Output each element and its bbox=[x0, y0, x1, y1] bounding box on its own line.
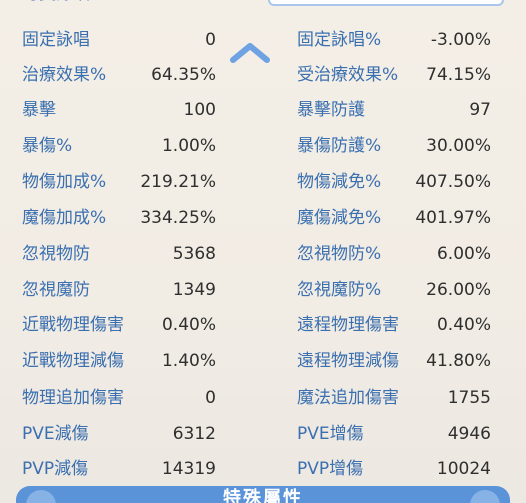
stat-label: 忽視物防 bbox=[22, 244, 90, 264]
stat-label: PVP減傷 bbox=[22, 459, 89, 479]
stat-label: 遠程物理減傷 bbox=[297, 351, 399, 371]
stat-value: 5368 bbox=[172, 244, 216, 264]
stat-row: PVP減傷 14319 PVP增傷 10024 bbox=[0, 451, 526, 487]
stat-label: 物理追加傷害 bbox=[22, 388, 124, 408]
stat-value: 0.40% bbox=[161, 315, 216, 335]
stat-value: 26.00% bbox=[426, 280, 491, 300]
stat-label: PVE增傷 bbox=[297, 424, 364, 444]
stat-value: 97 bbox=[469, 100, 491, 120]
stat-row: 近戰物理傷害 0.40% 遠程物理傷害 0.40% bbox=[0, 307, 526, 343]
stat-value: 219.21% bbox=[140, 172, 216, 192]
stat-row: PVE減傷 6312 PVE增傷 4946 bbox=[0, 416, 526, 452]
stat-value: 0 bbox=[140, 0, 216, 12]
stat-value: 1.40% bbox=[161, 351, 216, 371]
top-tab-edge bbox=[268, 0, 504, 6]
stat-value: 74.15% bbox=[426, 65, 491, 85]
stat-label: 暴傷防護% bbox=[297, 136, 382, 156]
special-attributes-section-header[interactable]: 特殊屬性 bbox=[16, 486, 510, 503]
stat-row: 物理追加傷害 0 魔法追加傷害 1755 bbox=[0, 380, 526, 416]
stat-value: 100 bbox=[183, 100, 216, 120]
stat-value: -3.00% bbox=[430, 30, 491, 50]
stat-value: 401.97% bbox=[415, 208, 491, 228]
stats-panel: 可變詠唱 0 可變詠唱% -100.00% 固定詠唱 0 固定詠唱% -3.00… bbox=[0, 0, 526, 503]
stat-label: 近戰物理減傷 bbox=[22, 351, 124, 371]
stat-label: 可變詠唱 bbox=[22, 0, 138, 12]
stat-value: 4946 bbox=[447, 424, 491, 444]
stat-label: 治療效果% bbox=[22, 65, 107, 85]
stat-value: 41.80% bbox=[426, 351, 491, 371]
stat-label: PVE減傷 bbox=[22, 424, 89, 444]
stat-label: 受治療效果% bbox=[297, 65, 399, 85]
stat-row: 近戰物理減傷 1.40% 遠程物理減傷 41.80% bbox=[0, 343, 526, 379]
stat-label: 忽視魔防 bbox=[22, 280, 90, 300]
stat-value: 6.00% bbox=[436, 244, 491, 264]
stat-value: 334.25% bbox=[140, 208, 216, 228]
stat-value: 10024 bbox=[436, 459, 491, 479]
stat-value: 1349 bbox=[172, 280, 216, 300]
stat-value: 64.35% bbox=[151, 65, 216, 85]
stat-label: 暴擊 bbox=[22, 100, 56, 120]
stat-label: 物傷減免% bbox=[297, 172, 382, 192]
stat-label: 忽視物防% bbox=[297, 244, 382, 264]
stat-row: 忽視物防 5368 忽視物防% 6.00% bbox=[0, 236, 526, 272]
stat-value: 407.50% bbox=[415, 172, 491, 192]
stat-value: 0 bbox=[205, 30, 216, 50]
stat-value: 6312 bbox=[172, 424, 216, 444]
stat-row: 忽視魔防 1349 忽視魔防% 26.00% bbox=[0, 272, 526, 308]
stat-value: 0 bbox=[205, 388, 216, 408]
stat-label: 忽視魔防% bbox=[297, 280, 382, 300]
stat-label: 近戰物理傷害 bbox=[22, 315, 124, 335]
stat-label: 魔傷加成% bbox=[22, 208, 107, 228]
stat-row: 暴傷% 1.00% 暴傷防護% 30.00% bbox=[0, 128, 526, 164]
stat-row: 魔傷加成% 334.25% 魔傷減免% 401.97% bbox=[0, 200, 526, 236]
stat-value: 1755 bbox=[447, 388, 491, 408]
stat-row: 暴擊 100 暴擊防護 97 bbox=[0, 92, 526, 128]
stat-label: 遠程物理傷害 bbox=[297, 315, 399, 335]
stat-label: 魔傷減免% bbox=[297, 208, 382, 228]
stat-value: 30.00% bbox=[426, 136, 491, 156]
stat-value: 1.00% bbox=[161, 136, 216, 156]
stat-label: 固定詠唱 bbox=[22, 30, 90, 50]
stat-value: 14319 bbox=[161, 459, 216, 479]
stat-row: 治療效果% 64.35% 受治療效果% 74.15% bbox=[0, 57, 526, 93]
stat-label: 暴傷% bbox=[22, 136, 73, 156]
stat-value: 0.40% bbox=[436, 315, 491, 335]
stat-label: 魔法追加傷害 bbox=[297, 388, 399, 408]
stat-label: 固定詠唱% bbox=[297, 30, 382, 50]
stat-label: PVP增傷 bbox=[297, 459, 364, 479]
stat-label: 暴擊防護 bbox=[297, 100, 365, 120]
stat-label: 物傷加成% bbox=[22, 172, 107, 192]
stat-row: 物傷加成% 219.21% 物傷減免% 407.50% bbox=[0, 164, 526, 200]
section-title: 特殊屬性 bbox=[223, 488, 303, 503]
